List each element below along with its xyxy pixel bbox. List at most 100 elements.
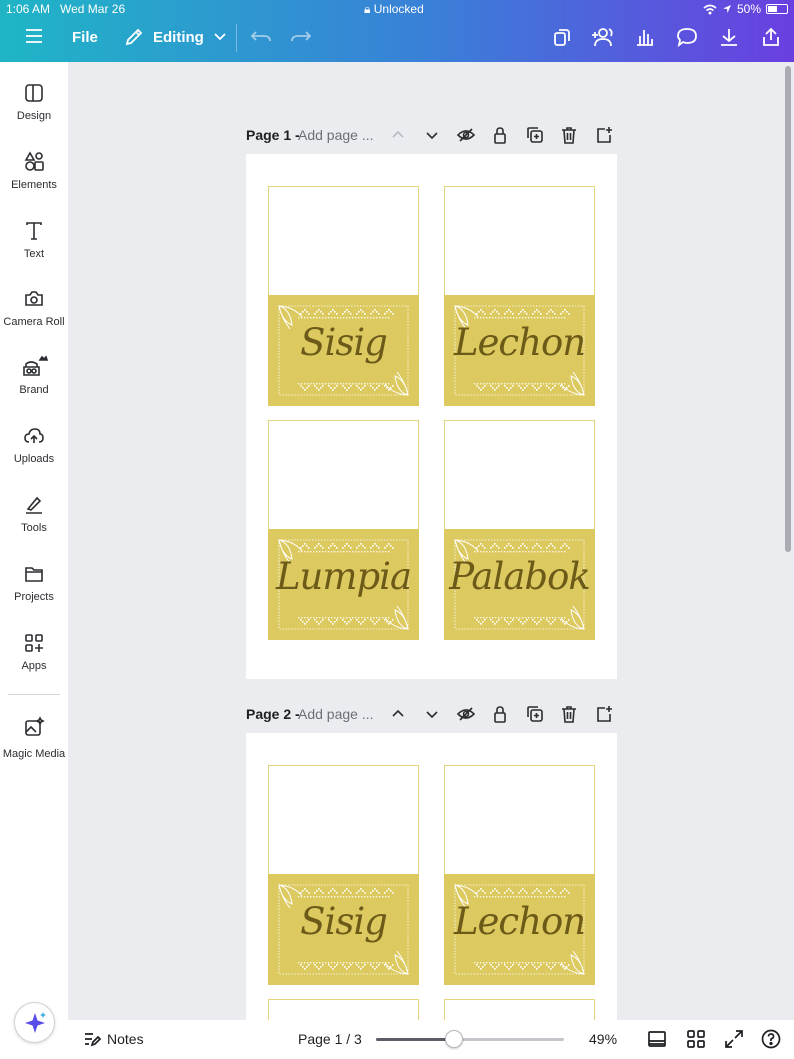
card-pattern-half: Sisig [268,874,419,985]
lock-page-button[interactable] [490,125,510,145]
bar-chart-icon [637,30,653,46]
sidebar-item-projects[interactable]: Projects [0,563,68,603]
food-label-card[interactable]: Palabok [444,420,595,640]
comments-button[interactable] [676,26,698,48]
zoom-slider-fill [376,1038,454,1041]
sidebar-item-brand[interactable]: Brand [0,354,68,396]
page-title: Page 2 - [246,706,300,722]
page-indicator[interactable]: Page 1 / 3 [298,1031,362,1047]
card-blank-half [268,765,419,875]
food-label-card[interactable]: Sisig [268,186,419,406]
delete-page-button[interactable] [559,125,579,145]
card-dish-name: Palabok [449,555,591,598]
zoom-slider-thumb[interactable] [445,1030,463,1048]
folder-icon [25,567,43,582]
magic-assistant-button[interactable] [14,1002,55,1043]
food-label-card[interactable] [268,999,419,1020]
apps-icon [25,634,43,652]
file-label: File [72,29,98,46]
magic-media-icon [25,716,45,736]
duplicate-icon [527,706,543,722]
help-button[interactable] [761,1029,781,1049]
eye-off-icon [456,128,476,142]
food-label-card[interactable]: Lechon [444,765,595,985]
undo-button[interactable] [250,27,272,47]
chevron-up-icon [392,130,404,138]
hide-page-button[interactable] [456,125,476,145]
zoom-level[interactable]: 49% [589,1031,617,1047]
duplicate-page-button[interactable] [525,704,545,724]
sidebar-label: Brand [19,384,49,396]
page-title: Page 1 - [246,127,300,143]
add-page-button[interactable] [594,125,614,145]
sidebar-label: Uploads [13,453,55,465]
resize-icon [554,29,570,46]
move-page-down-button[interactable] [422,704,442,724]
camera-icon [25,291,43,306]
sidebar-item-magic-media[interactable]: Magic Media [0,716,68,760]
duplicate-page-button[interactable] [525,125,545,145]
food-label-card[interactable]: Lumpia [268,420,419,640]
status-lock: 🔒︎ Unlocked [364,2,424,17]
editing-mode-dropdown[interactable]: Editing [124,27,227,47]
design-page-2[interactable]: Sisig Lechon [246,733,617,1020]
resize-button[interactable] [551,26,573,48]
chevron-down-icon [426,132,438,140]
card-pattern-half: Lumpia [268,529,419,640]
sidebar-label: Design [16,110,52,122]
lock-page-button[interactable] [490,704,510,724]
design-page-1[interactable]: Sisig Lechon Lumpia Palabok [246,154,617,679]
sidebar-item-uploads[interactable]: Uploads [0,425,68,465]
vertical-scrollbar[interactable] [785,66,791,552]
hide-page-button[interactable] [456,704,476,724]
card-blank-half [444,765,595,875]
add-page-button[interactable] [594,704,614,724]
page-title-input[interactable]: Add page ... [298,127,374,143]
card-blank-half [444,999,595,1020]
sidebar-item-elements[interactable]: Elements [0,151,68,191]
battery-percent: 50% [736,2,761,16]
insights-button[interactable] [634,26,656,48]
status-date: Wed Mar 26 [60,2,126,16]
share-people-button[interactable] [590,26,616,48]
fullscreen-button[interactable] [724,1029,744,1049]
toolbar-divider [236,24,237,52]
add-people-icon [592,28,613,47]
card-pattern-half: Lechon [444,295,595,406]
food-label-card[interactable]: Sisig [268,765,419,985]
page-view-icon [648,1031,666,1047]
move-page-down-button[interactable] [422,125,442,145]
download-button[interactable] [718,26,740,48]
move-page-up-button[interactable] [388,704,408,724]
file-menu-button[interactable]: File [72,29,98,46]
zoom-slider[interactable] [376,1038,564,1041]
lock-icon [494,706,506,723]
notes-button[interactable]: Notes [83,1030,144,1048]
sidebar-item-tools[interactable]: Tools [0,494,68,534]
card-pattern-half: Sisig [268,295,419,406]
sidebar-label: Projects [14,591,54,603]
card-blank-half [444,186,595,296]
notes-icon [85,1033,101,1047]
menu-button[interactable] [24,28,44,44]
sidebar-item-apps[interactable]: Apps [0,632,68,672]
lock-icon [494,127,506,144]
sidebar-item-text[interactable]: Text [0,220,68,260]
share-button[interactable] [760,26,782,48]
delete-page-button[interactable] [559,704,579,724]
duplicate-icon [527,127,543,143]
page-title-input[interactable]: Add page ... [298,706,374,722]
wifi-icon [703,4,717,14]
grid-view-button[interactable] [686,1029,706,1049]
redo-button[interactable] [290,27,312,47]
card-blank-half [268,999,419,1020]
sidebar-item-design[interactable]: Design [0,82,68,122]
sidebar-label: Magic Media [2,748,66,760]
add-page-icon [597,127,612,143]
move-page-up-button[interactable] [388,125,408,145]
help-icon [761,1029,781,1049]
food-label-card[interactable] [444,999,595,1020]
page-view-button[interactable] [647,1029,667,1049]
food-label-card[interactable]: Lechon [444,186,595,406]
sidebar-item-camera-roll[interactable]: Camera Roll [0,288,68,328]
